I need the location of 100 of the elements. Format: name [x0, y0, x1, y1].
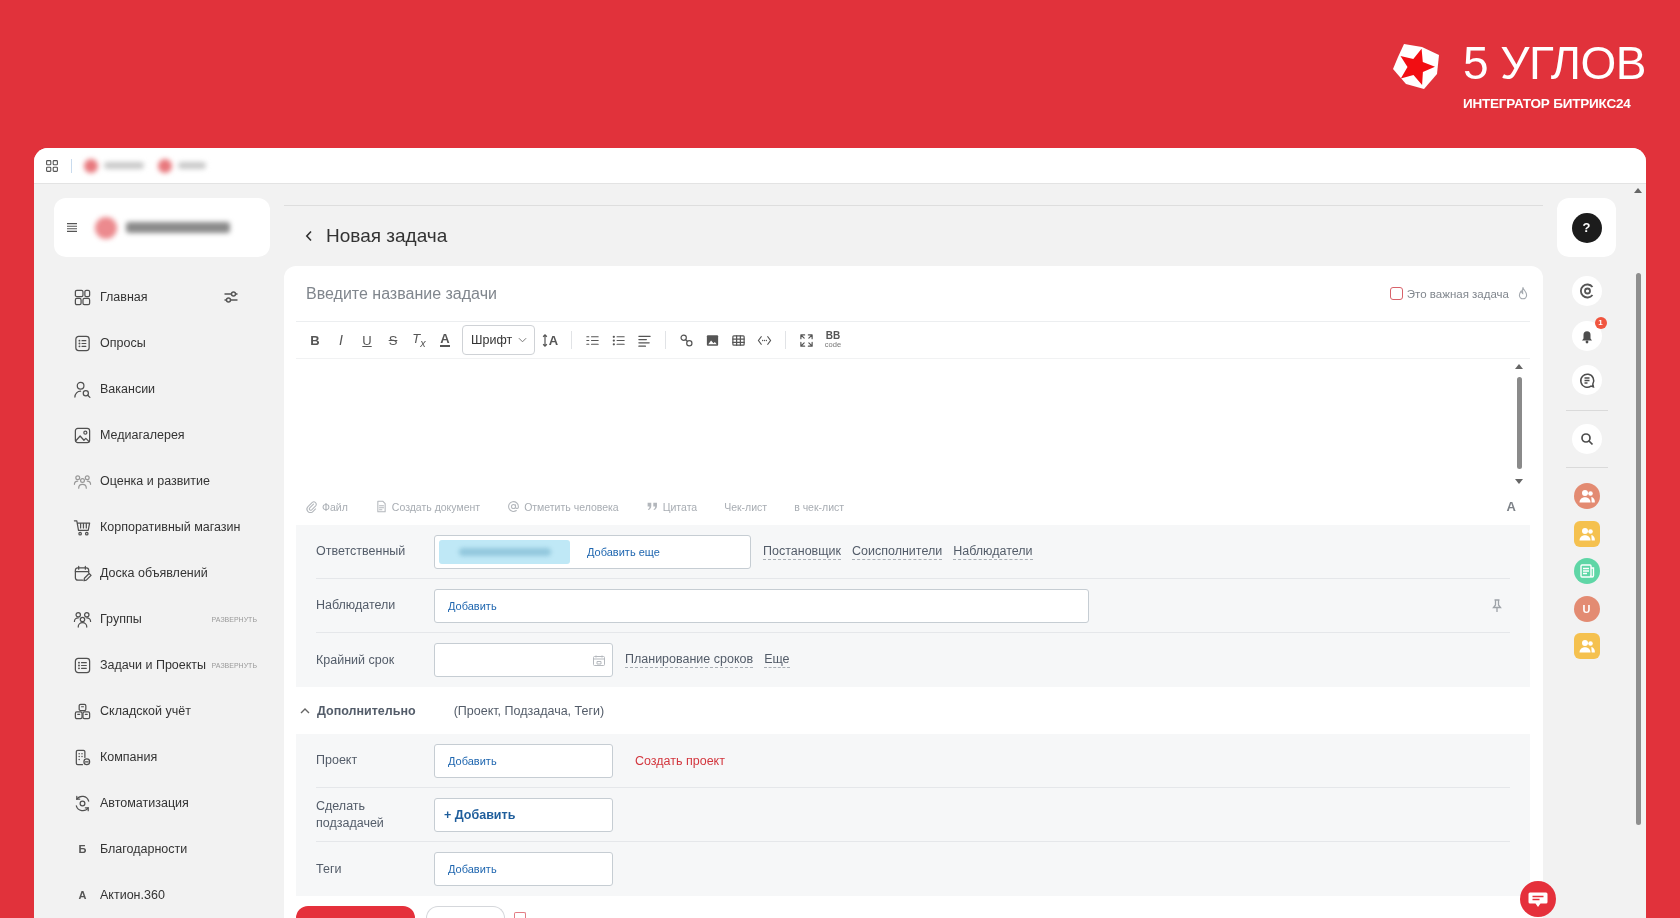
settings-icon[interactable]	[223, 289, 239, 305]
poll-list-icon	[73, 333, 92, 353]
scrollbar-thumb[interactable]	[1635, 273, 1641, 825]
help-button[interactable]: ?	[1571, 212, 1602, 243]
apps-grid-icon[interactable]	[46, 159, 58, 172]
font-size-button[interactable]: A	[537, 327, 563, 353]
field-label: Теги	[316, 860, 343, 878]
checkbox[interactable]	[514, 912, 526, 918]
sidebar-item[interactable]: Группы	[100, 612, 142, 626]
sidebar-item[interactable]: Складской учёт	[100, 704, 191, 718]
up-down-arrow-icon	[541, 333, 548, 347]
scrollbar-thumb[interactable]	[1516, 377, 1522, 469]
item-letter: Б	[77, 843, 88, 855]
sidebar-item[interactable]: Актион.360	[100, 888, 165, 902]
quote-icon	[645, 500, 659, 513]
image-icon[interactable]	[704, 332, 720, 348]
font-dropdown[interactable]: Шрифт	[462, 325, 535, 355]
bell-icon[interactable]	[1571, 321, 1602, 351]
group-icon	[73, 609, 92, 629]
sidebar-item[interactable]: Благодарности	[100, 842, 188, 856]
sidebar-item[interactable]: Опросы	[100, 336, 146, 350]
group-avatar-icon[interactable]	[1573, 483, 1600, 509]
menu-icon[interactable]	[67, 223, 77, 232]
clear-format-button[interactable]: T$_{x}$	[406, 327, 432, 353]
sidebar-item[interactable]: Главная	[100, 290, 148, 304]
bold-button[interactable]: B	[302, 327, 328, 353]
dashed-link[interactable]: Еще	[764, 652, 790, 668]
text-color-button[interactable]: A	[432, 327, 458, 353]
field-label: Крайний срок	[316, 651, 396, 669]
sidebar-item[interactable]: Доска объявлений	[100, 566, 208, 580]
flame-icon	[1518, 287, 1528, 300]
building-icon	[73, 747, 92, 767]
strikethrough-button[interactable]: S	[380, 327, 406, 353]
add-link[interactable]: + Добавить	[444, 807, 516, 822]
link-icon[interactable]	[678, 332, 694, 348]
dashed-link[interactable]: Планирование сроков	[625, 652, 754, 668]
add-link[interactable]: Добавить еще	[587, 545, 660, 558]
add-link[interactable]: Добавить	[448, 599, 497, 612]
primary-button[interactable]	[296, 906, 415, 918]
chevron-up-icon[interactable]	[300, 707, 310, 714]
chat-icon[interactable]	[1571, 365, 1602, 395]
ring-icon[interactable]	[1571, 276, 1602, 306]
sidebar-item[interactable]: Компания	[100, 750, 158, 764]
add-link[interactable]: Добавить	[448, 754, 497, 767]
sidebar-item[interactable]: Корпоративный магазин	[100, 520, 241, 534]
layout-icon	[73, 287, 92, 307]
sidebar-item[interactable]: Вакансии	[100, 382, 156, 396]
select-field[interactable]: Добавить	[434, 743, 613, 778]
dashed-link[interactable]: Соисполнители	[851, 543, 943, 560]
table-icon[interactable]	[730, 332, 746, 348]
assignee-field[interactable]: Добавить еще	[434, 534, 751, 569]
calendar-pen-icon	[73, 563, 92, 583]
brand-tagline: ИНТЕГРАТОР БИТРИКС24	[1462, 96, 1631, 111]
observers-field[interactable]: Добавить	[434, 588, 1089, 623]
italic-button[interactable]: I	[328, 327, 354, 353]
paperclip-icon	[305, 500, 318, 513]
date-field[interactable]	[434, 643, 613, 677]
checklist-icon	[73, 655, 92, 675]
at-sign-icon	[507, 500, 521, 513]
create-project-link[interactable]: Создать проект	[635, 753, 725, 768]
dashed-link[interactable]: Наблюдатели	[953, 543, 1033, 560]
person-search-icon	[73, 379, 92, 399]
field-label: Наблюдатели	[316, 597, 397, 614]
item-letter: А	[77, 889, 88, 901]
refresh-gear-icon	[73, 793, 92, 813]
field-label: Проект	[316, 752, 359, 769]
cart-icon	[73, 517, 92, 537]
brand-logo-icon	[1390, 41, 1441, 91]
scroll-up-icon[interactable]	[1515, 364, 1523, 369]
scroll-up-icon[interactable]	[1634, 188, 1642, 193]
select-field[interactable]: Добавить	[434, 852, 613, 886]
blurred-tab[interactable]	[158, 158, 206, 173]
add-link[interactable]: Добавить	[448, 863, 497, 875]
boxes-icon	[73, 701, 92, 721]
blurred-tab[interactable]	[84, 158, 144, 173]
chat-bubble-icon[interactable]	[1520, 881, 1556, 917]
important-checkbox[interactable]	[1389, 287, 1403, 300]
dashed-link[interactable]: Постановщик	[763, 543, 841, 560]
checkbox-label[interactable]: Это важная задача	[1406, 287, 1509, 300]
select-field[interactable]: + Добавить	[434, 797, 613, 832]
brand-name: 5 УГЛОВ	[1462, 39, 1646, 87]
sidebar-item[interactable]: Медиагалерея	[100, 428, 185, 442]
field-label: Ответственный	[316, 543, 407, 560]
task-title-field[interactable]: Введите название задачи	[306, 279, 1390, 308]
chevron-down-icon	[518, 337, 527, 343]
sidebar-item[interactable]: Оценка и развитие	[100, 474, 210, 488]
page-title: Новая задача	[326, 225, 448, 247]
underline-button[interactable]: U	[354, 327, 380, 353]
sidebar-item[interactable]: Автоматизация	[100, 796, 189, 810]
back-chevron-icon[interactable]	[305, 230, 313, 242]
section-summary: (Проект, Подзадача, Теги)	[453, 703, 605, 718]
text-format-button[interactable]: A	[1506, 499, 1516, 514]
notification-badge: 1	[1594, 317, 1607, 329]
sidebar-item[interactable]: Задачи и Проекты	[100, 658, 207, 672]
section-toggle[interactable]: Дополнительно	[317, 703, 416, 718]
picture-icon	[73, 425, 92, 445]
search-icon[interactable]	[1571, 424, 1602, 454]
scroll-down-icon[interactable]	[1515, 479, 1523, 484]
field-label: Сделать подзадачей	[316, 797, 385, 832]
fullscreen-icon[interactable]	[798, 332, 814, 348]
